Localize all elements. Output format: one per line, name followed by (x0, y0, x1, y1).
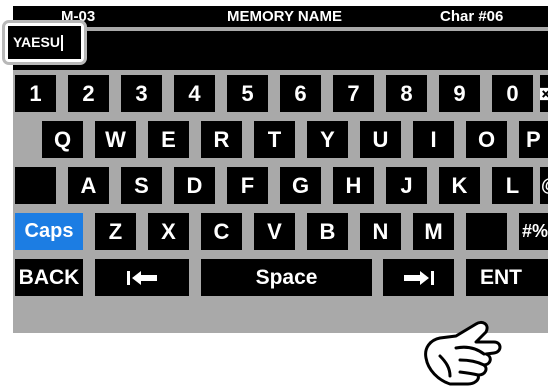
key-u[interactable]: U (360, 121, 401, 158)
backspace-button[interactable] (540, 75, 548, 112)
text-cursor (60, 35, 63, 52)
key-3[interactable]: 3 (121, 75, 162, 112)
key-d[interactable]: D (174, 167, 215, 204)
back-button[interactable]: BACK (15, 259, 83, 296)
name-input-value: YAESU (13, 34, 60, 50)
key-5[interactable]: 5 (227, 75, 268, 112)
key-4[interactable]: 4 (174, 75, 215, 112)
header-bar: M-03 MEMORY NAME Char #06 (13, 6, 548, 27)
key-a[interactable]: A (68, 167, 109, 204)
key-t[interactable]: T (254, 121, 295, 158)
key-q[interactable]: Q (42, 121, 83, 158)
key-s[interactable]: S (121, 167, 162, 204)
key-0[interactable]: 0 (492, 75, 533, 112)
key-y[interactable]: Y (307, 121, 348, 158)
name-input-field[interactable]: YAESU (8, 26, 81, 59)
symbols-button[interactable]: #%^ (519, 213, 548, 250)
space-button[interactable]: Space (201, 259, 372, 296)
key-9[interactable]: 9 (439, 75, 480, 112)
cursor-right-icon (403, 270, 434, 285)
key-blank-right[interactable] (466, 213, 507, 250)
radio-screen: M-03 MEMORY NAME Char #06 1 2 3 4 5 6 7 … (13, 6, 548, 333)
key-blank-left[interactable] (15, 167, 56, 204)
key-2[interactable]: 2 (68, 75, 109, 112)
key-r[interactable]: R (201, 121, 242, 158)
cursor-left-icon (127, 270, 157, 285)
key-h[interactable]: H (333, 167, 374, 204)
key-z[interactable]: Z (95, 213, 136, 250)
pointing-hand-icon (424, 320, 502, 386)
key-j[interactable]: J (386, 167, 427, 204)
key-7[interactable]: 7 (333, 75, 374, 112)
key-x[interactable]: X (148, 213, 189, 250)
key-1[interactable]: 1 (15, 75, 56, 112)
key-n[interactable]: N (360, 213, 401, 250)
key-8[interactable]: 8 (386, 75, 427, 112)
key-o[interactable]: O (466, 121, 507, 158)
char-counter: Char #06 (440, 8, 504, 25)
key-v[interactable]: V (254, 213, 295, 250)
key-l[interactable]: L (492, 167, 533, 204)
key-m[interactable]: M (413, 213, 454, 250)
key-f[interactable]: F (227, 167, 268, 204)
key-i[interactable]: I (413, 121, 454, 158)
key-w[interactable]: W (95, 121, 136, 158)
key-g[interactable]: G (280, 167, 321, 204)
name-input-box[interactable]: YAESU (2, 20, 87, 65)
cursor-right-button[interactable] (383, 259, 454, 296)
key-p[interactable]: P (519, 121, 548, 158)
input-bar (13, 31, 548, 70)
key-6[interactable]: 6 (280, 75, 321, 112)
key-b[interactable]: B (307, 213, 348, 250)
ent-button[interactable]: ENT (466, 259, 548, 296)
key-k[interactable]: K (439, 167, 480, 204)
page-title: MEMORY NAME (227, 8, 343, 25)
key-at[interactable]: @ (540, 167, 548, 204)
backspace-icon (540, 87, 548, 100)
key-c[interactable]: C (201, 213, 242, 250)
caps-button[interactable]: Caps (15, 213, 83, 250)
cursor-left-button[interactable] (95, 259, 189, 296)
key-e[interactable]: E (148, 121, 189, 158)
